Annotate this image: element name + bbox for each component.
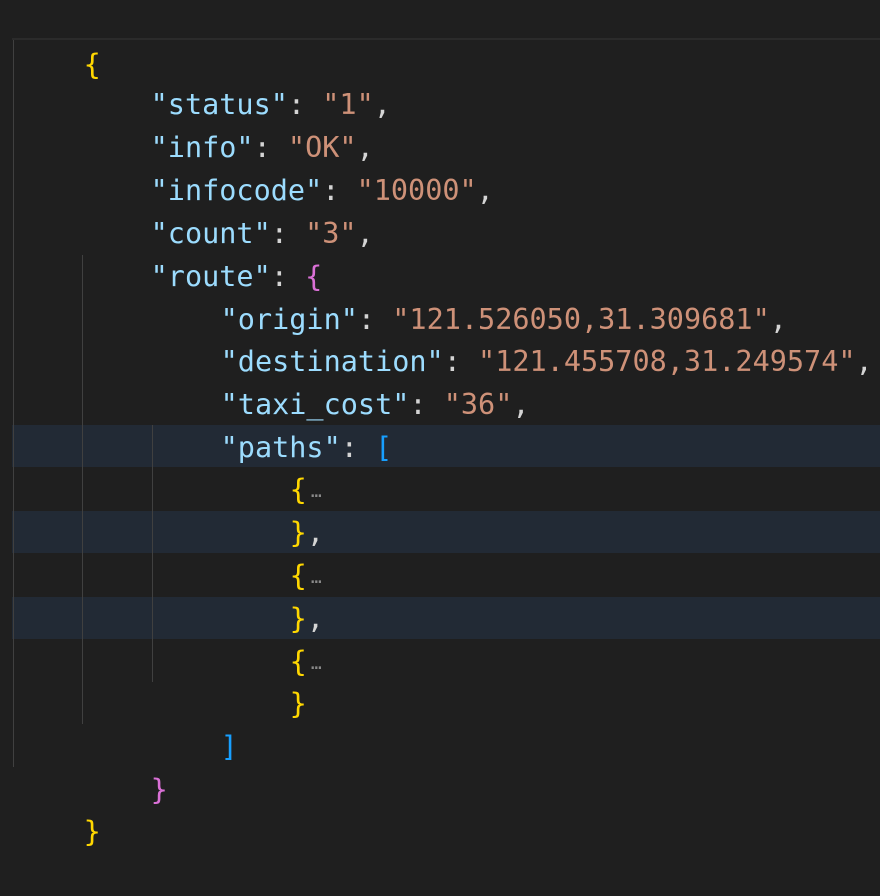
json-string-value: "10000" [356, 174, 477, 207]
code-line: }, [221, 554, 324, 635]
code-line: "infocode": "10000", [82, 126, 494, 207]
code-line: "taxi_cost": "36", [152, 340, 530, 421]
comma: , [356, 217, 374, 250]
folded-line-highlight [12, 425, 880, 467]
folded-line-highlight [12, 511, 880, 553]
fold-ellipsis-icon[interactable]: … [311, 653, 322, 674]
comma: , [373, 88, 391, 121]
json-string-value: "121.455708,31.249574" [478, 345, 856, 378]
current-line-highlight [12, 0, 880, 40]
code-line: "route": { [82, 212, 323, 293]
code-line: } [82, 725, 168, 806]
paths-close-bracket: ] [220, 730, 238, 763]
comma: , [855, 345, 873, 378]
folded-object-line[interactable]: {… [221, 597, 322, 678]
folded-line-highlight [12, 597, 880, 639]
code-line: "origin": "121.526050,31.309681", [152, 255, 787, 336]
code-line: "count": "3", [82, 169, 374, 250]
comma: , [476, 174, 494, 207]
code-line: ] [152, 682, 238, 763]
folded-object-line[interactable]: {… [221, 425, 322, 506]
json-string-value: "36" [443, 388, 513, 421]
code-line: "info": "OK", [82, 83, 374, 164]
code-line: }, [221, 468, 324, 549]
json-code-editor[interactable]: { "status": "1", "info": "OK", "infocode… [0, 0, 880, 848]
code-line: } [15, 767, 101, 848]
paths-open-bracket: [ [375, 431, 393, 464]
code-line: { [15, 0, 101, 81]
code-line: } [221, 639, 307, 720]
indent-guide [13, 40, 14, 767]
folded-object-line[interactable]: {… [221, 511, 322, 592]
object-close-brace: } [289, 687, 307, 720]
colon: : [340, 431, 376, 464]
code-line: "paths": [ [152, 383, 393, 464]
comma: , [512, 388, 530, 421]
code-line: "status": "1", [82, 40, 391, 121]
route-close-brace: } [150, 773, 168, 806]
colon: : [409, 388, 444, 421]
root-close-brace: } [83, 815, 101, 848]
code-line: "destination": "121.455708,31.249574", [152, 297, 873, 378]
